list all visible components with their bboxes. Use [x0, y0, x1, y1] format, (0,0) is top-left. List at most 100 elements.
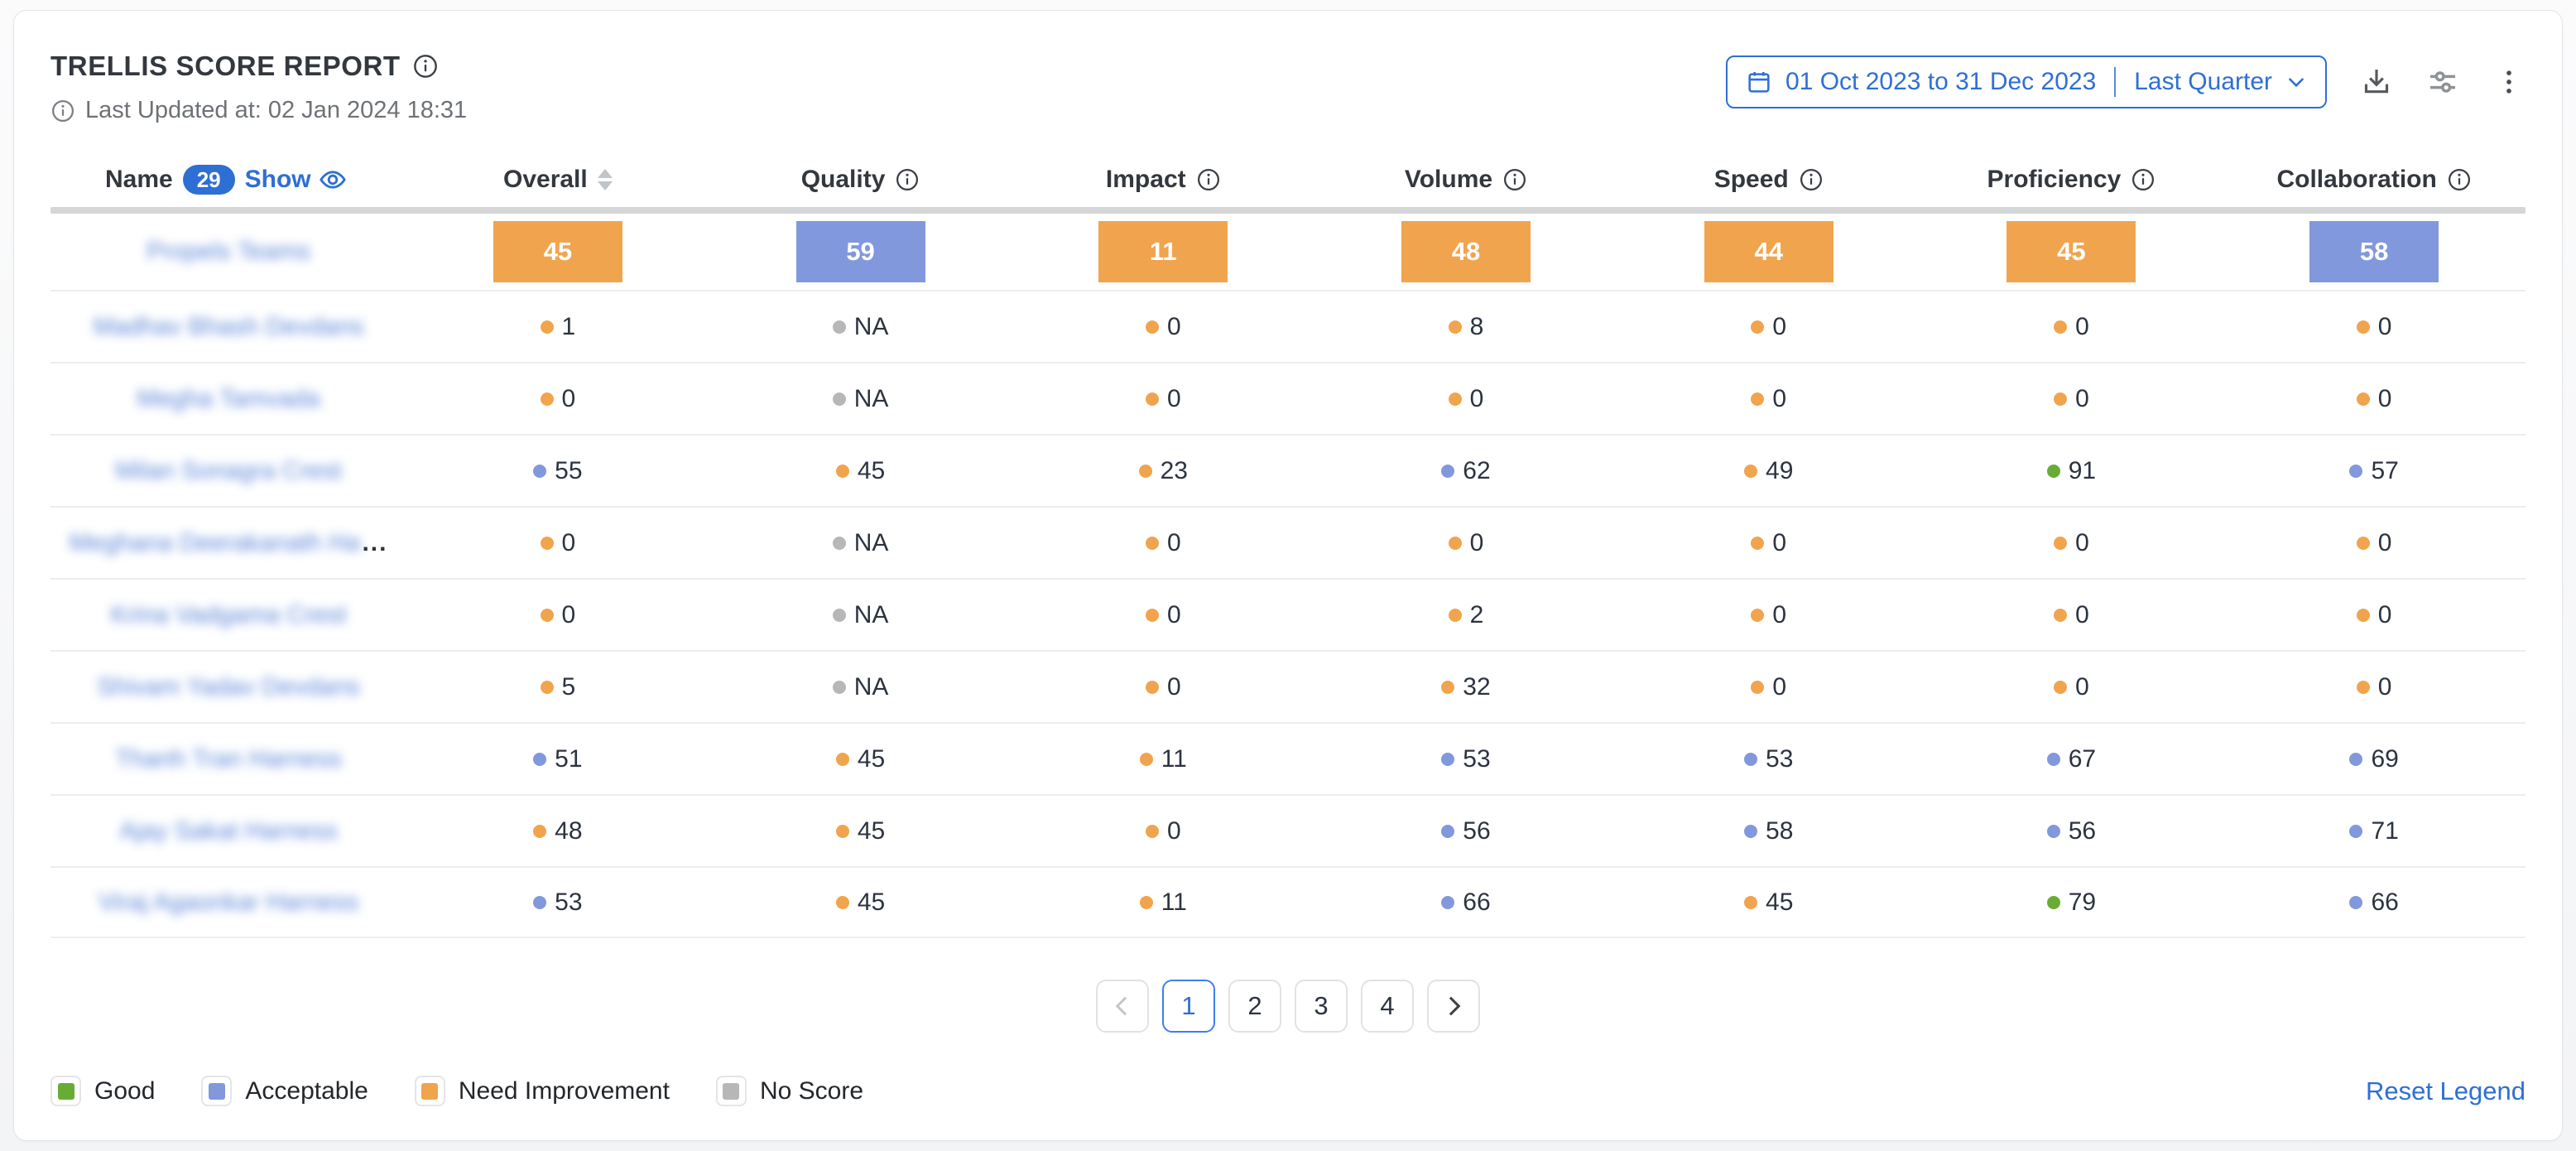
sort-icon[interactable]: [598, 169, 613, 190]
impact-info-icon[interactable]: [1196, 167, 1221, 192]
member-name-link[interactable]: Ajay Sakat Harness: [119, 817, 337, 845]
score-dot: [1441, 681, 1454, 694]
eye-icon: [319, 166, 347, 194]
score-value: 0: [2378, 601, 2392, 629]
score-dot: [1751, 320, 1764, 334]
score-cell: 0: [1920, 385, 2223, 413]
score-dot: [833, 681, 846, 694]
pagination-page-1[interactable]: 1: [1162, 980, 1215, 1033]
score-value: 53: [1463, 745, 1490, 773]
score-value: 0: [1772, 313, 1786, 341]
legend-item-no-score[interactable]: No Score: [716, 1076, 863, 1106]
score-value: 0: [1167, 529, 1181, 557]
score-value: 0: [562, 601, 576, 629]
speed-info-icon[interactable]: [1799, 167, 1824, 192]
pagination-page-4[interactable]: 4: [1361, 980, 1414, 1033]
download-icon[interactable]: [2360, 65, 2393, 99]
score-cell: 53: [1314, 745, 1617, 773]
score-value: 0: [2378, 673, 2392, 701]
table-row: Ajay Sakat Harness4845056585671: [50, 794, 2526, 866]
score-value: 45: [858, 817, 885, 845]
score-dot: [1441, 896, 1454, 909]
date-range-text: 01 Oct 2023 to 31 Dec 2023: [1785, 68, 2096, 96]
quality-info-icon[interactable]: [895, 167, 920, 192]
score-cell: 58: [2223, 221, 2526, 282]
column-header-name: Name 29 Show: [50, 165, 406, 195]
volume-column-label: Volume: [1405, 166, 1492, 194]
member-name-link[interactable]: Krina Vadgama Crest: [111, 601, 347, 629]
column-header-collaboration: Collaboration: [2223, 166, 2526, 194]
date-preset-text: Last Quarter: [2134, 68, 2272, 96]
score-dot: [2047, 465, 2060, 478]
score-value: 0: [1772, 601, 1786, 629]
score-cell: 0: [1012, 313, 1314, 341]
kebab-menu-icon[interactable]: [2492, 65, 2526, 99]
score-dot: [1146, 825, 1159, 838]
collaboration-info-icon[interactable]: [2447, 167, 2472, 192]
score-dot: [2349, 825, 2362, 838]
proficiency-info-icon[interactable]: [2131, 167, 2155, 192]
member-name-link[interactable]: Thanh Tran Harness: [115, 745, 341, 773]
score-value: 0: [2075, 385, 2089, 413]
score-dot: [2047, 753, 2060, 766]
member-name-link[interactable]: Meghana Deerakanath Ha: [70, 529, 361, 557]
member-name-link[interactable]: Madhav Bhash Devdans: [94, 313, 364, 341]
column-header-overall[interactable]: Overall: [406, 166, 709, 194]
summary-row: Propels Teams45591148444558: [50, 214, 2526, 290]
last-updated-text: Last Updated at: 02 Jan 2024 18:31: [85, 97, 467, 124]
filter-settings-icon[interactable]: [2426, 65, 2459, 99]
score-value: 0: [2075, 673, 2089, 701]
score-cell: NA: [709, 313, 1012, 341]
pagination-page-2[interactable]: 2: [1228, 980, 1281, 1033]
score-cell: 49: [1617, 457, 1920, 485]
legend-swatch: [201, 1076, 232, 1106]
score-cell: 59: [709, 221, 1012, 282]
show-names-toggle[interactable]: Show: [245, 166, 347, 194]
score-cell: 79: [1920, 889, 2223, 917]
name-column-label: Name: [105, 166, 173, 194]
legend-item-need-improvement[interactable]: Need Improvement: [415, 1076, 670, 1106]
overall-column-label: Overall: [503, 166, 588, 194]
name-cell: Madhav Bhash Devdans: [50, 313, 406, 341]
last-updated-info-icon[interactable]: [50, 99, 75, 123]
collaboration-column-label: Collaboration: [2276, 166, 2436, 194]
score-cell: 0: [1920, 673, 2223, 701]
score-value: 53: [555, 889, 582, 917]
score-dot: [1441, 753, 1454, 766]
score-cell: 66: [2223, 889, 2526, 917]
score-value: 0: [1167, 817, 1181, 845]
table-row: Thanh Tran Harness51451153536769: [50, 722, 2526, 794]
score-dot: [1146, 681, 1159, 694]
score-cell: 23: [1012, 457, 1314, 485]
score-cell: NA: [709, 529, 1012, 557]
table-body: Propels Teams45591148444558 Madhav Bhash …: [50, 214, 2526, 938]
impact-column-label: Impact: [1106, 166, 1186, 194]
score-cell: 0: [1012, 673, 1314, 701]
reset-legend-link[interactable]: Reset Legend: [2366, 1076, 2526, 1106]
table-header-row: Name 29 Show Overall Quality Impact Volu…: [50, 152, 2526, 207]
score-cell: 48: [406, 817, 709, 845]
score-value: 0: [2075, 313, 2089, 341]
legend-item-acceptable[interactable]: Acceptable: [201, 1076, 368, 1106]
trellis-score-report-card: TRELLIS SCORE REPORT Last Updated at: 02…: [13, 10, 2563, 1141]
member-name-link[interactable]: Propels Teams: [147, 238, 310, 266]
member-name-link[interactable]: Milan Sonagra Crest: [115, 457, 341, 485]
pagination-page-3[interactable]: 3: [1295, 980, 1348, 1033]
volume-info-icon[interactable]: [1502, 167, 1527, 192]
score-cell: 45: [709, 745, 1012, 773]
score-value: 66: [1463, 889, 1490, 917]
member-name-link[interactable]: Viraj Agaonkar Harness: [99, 889, 359, 917]
member-name-link[interactable]: Shivam Yadav Devdans: [97, 673, 359, 701]
score-cell: 0: [1012, 385, 1314, 413]
member-name-link[interactable]: Megha Tamvada: [137, 385, 320, 413]
legend-item-good[interactable]: Good: [50, 1076, 155, 1106]
name-cell: Propels Teams: [50, 238, 406, 266]
table-row: Shivam Yadav Devdans5NA032000: [50, 650, 2526, 722]
pagination-prev-button[interactable]: [1096, 980, 1149, 1033]
score-dot: [1140, 753, 1153, 766]
score-cell: 0: [1012, 817, 1314, 845]
pagination-next-button[interactable]: [1427, 980, 1480, 1033]
score-dot: [833, 537, 846, 550]
date-range-button[interactable]: 01 Oct 2023 to 31 Dec 2023 Last Quarter: [1726, 55, 2327, 108]
title-info-icon[interactable]: [412, 53, 439, 79]
